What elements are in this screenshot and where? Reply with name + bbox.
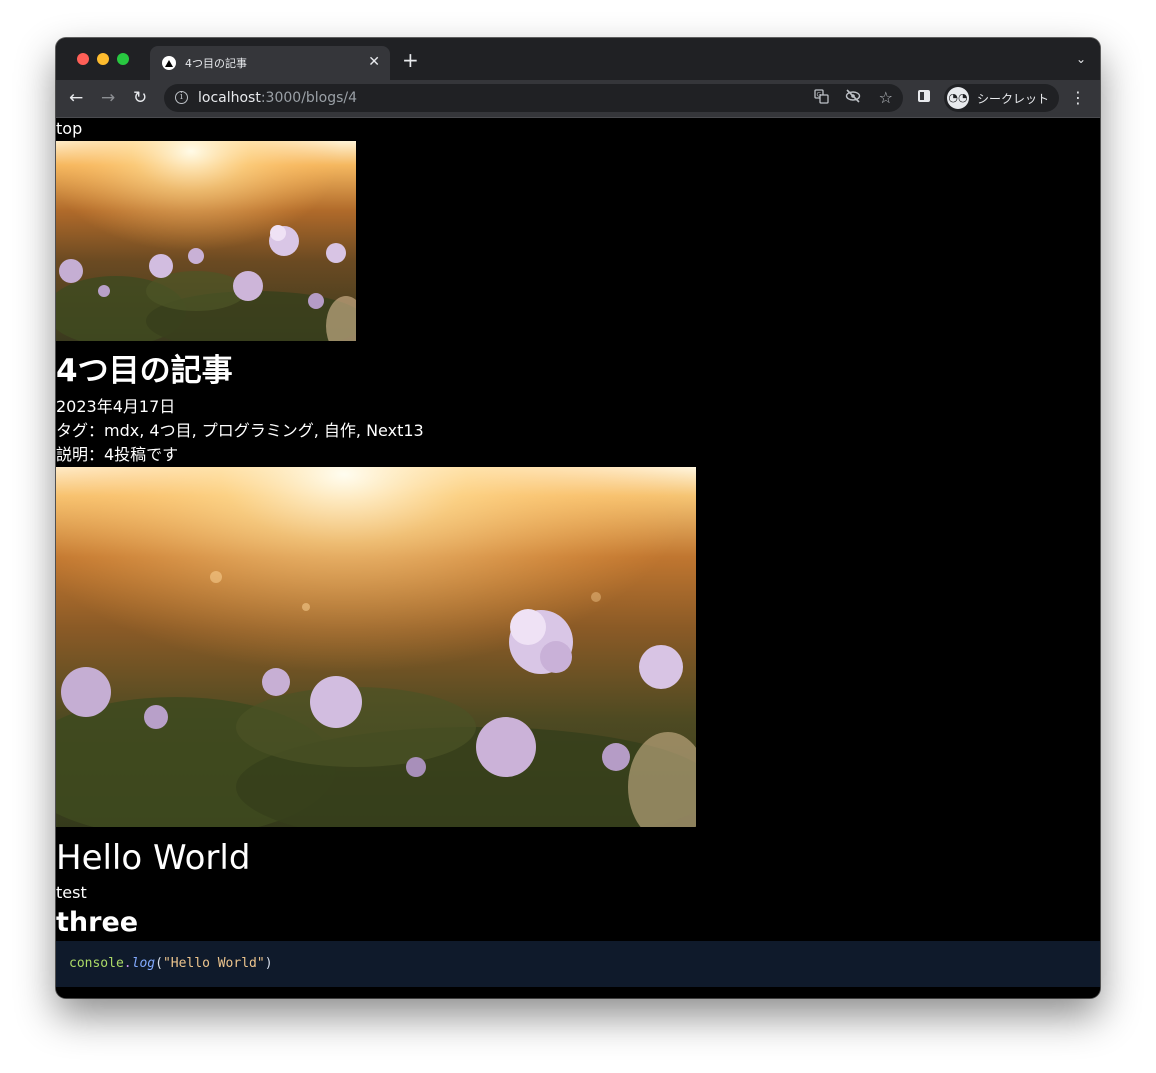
code-line: console.log("Hello World") xyxy=(69,956,273,971)
code-dot: . xyxy=(123,956,132,971)
page-bottom xyxy=(56,987,1100,998)
tab-search-icon[interactable]: ⌄ xyxy=(1076,52,1086,66)
post-title: 4つ目の記事 xyxy=(56,353,233,389)
side-panel-icon[interactable] xyxy=(918,90,930,102)
code-object: console xyxy=(69,956,124,971)
page-content: top 4つ目の記事 2023年4月17日 タグ：mdx, 4つ目, プログラミ… xyxy=(56,118,1100,998)
post-description: 説明：4投稿です xyxy=(56,445,179,464)
incognito-icon: ◔◔ xyxy=(947,87,969,109)
top-link[interactable]: top xyxy=(56,119,82,139)
post-tags: タグ：mdx, 4つ目, プログラミング, 自作, Next13 xyxy=(56,421,424,440)
content-heading-three: three xyxy=(56,907,139,938)
address-bar[interactable]: i localhost:3000/blogs/4 G ☆ xyxy=(164,84,903,112)
code-open-paren: ( xyxy=(155,956,163,971)
close-window-button[interactable] xyxy=(77,53,89,65)
new-tab-button[interactable]: + xyxy=(402,50,419,70)
code-block: console.log("Hello World") xyxy=(56,941,1100,987)
url-host: localhost xyxy=(198,90,261,106)
code-close-paren: ) xyxy=(264,956,273,971)
forward-button[interactable]: → xyxy=(101,88,115,108)
back-button[interactable]: ← xyxy=(69,88,83,108)
post-date: 2023年4月17日 xyxy=(56,397,176,416)
profile-label: シークレット xyxy=(977,92,1050,106)
tab-title: 4つ目の記事 xyxy=(185,57,247,70)
svg-text:G: G xyxy=(817,92,822,99)
content-heading-hello: Hello World xyxy=(56,838,251,878)
code-string: "Hello World" xyxy=(162,956,265,971)
reload-button[interactable]: ↻ xyxy=(133,88,147,108)
menu-icon[interactable]: ⋮ xyxy=(1070,88,1086,108)
tab-strip: 4つ目の記事 ✕ + ⌄ xyxy=(56,38,1100,80)
content-paragraph: test xyxy=(56,883,87,902)
thumbnail-image xyxy=(56,141,356,341)
eye-off-icon[interactable] xyxy=(845,89,861,108)
favicon-icon xyxy=(162,56,176,70)
close-tab-icon[interactable]: ✕ xyxy=(368,53,380,71)
translate-icon[interactable]: G xyxy=(814,89,829,109)
browser-toolbar: ← → ↻ i localhost:3000/blogs/4 G ☆ ◔◔ シー… xyxy=(56,80,1100,118)
site-info-icon[interactable]: i xyxy=(175,91,188,104)
profile-button[interactable]: ◔◔ シークレット xyxy=(944,84,1059,112)
active-tab[interactable]: 4つ目の記事 ✕ xyxy=(150,46,390,80)
minimize-window-button[interactable] xyxy=(97,53,109,65)
code-method: log xyxy=(131,956,156,971)
browser-window: 4つ目の記事 ✕ + ⌄ ← → ↻ i localhost:3000/blog… xyxy=(56,38,1100,998)
maximize-window-button[interactable] xyxy=(117,53,129,65)
star-icon[interactable]: ☆ xyxy=(879,89,893,107)
content-image xyxy=(56,467,696,827)
url-text[interactable]: localhost:3000/blogs/4 xyxy=(198,90,357,106)
url-path: :3000/blogs/4 xyxy=(260,90,358,106)
